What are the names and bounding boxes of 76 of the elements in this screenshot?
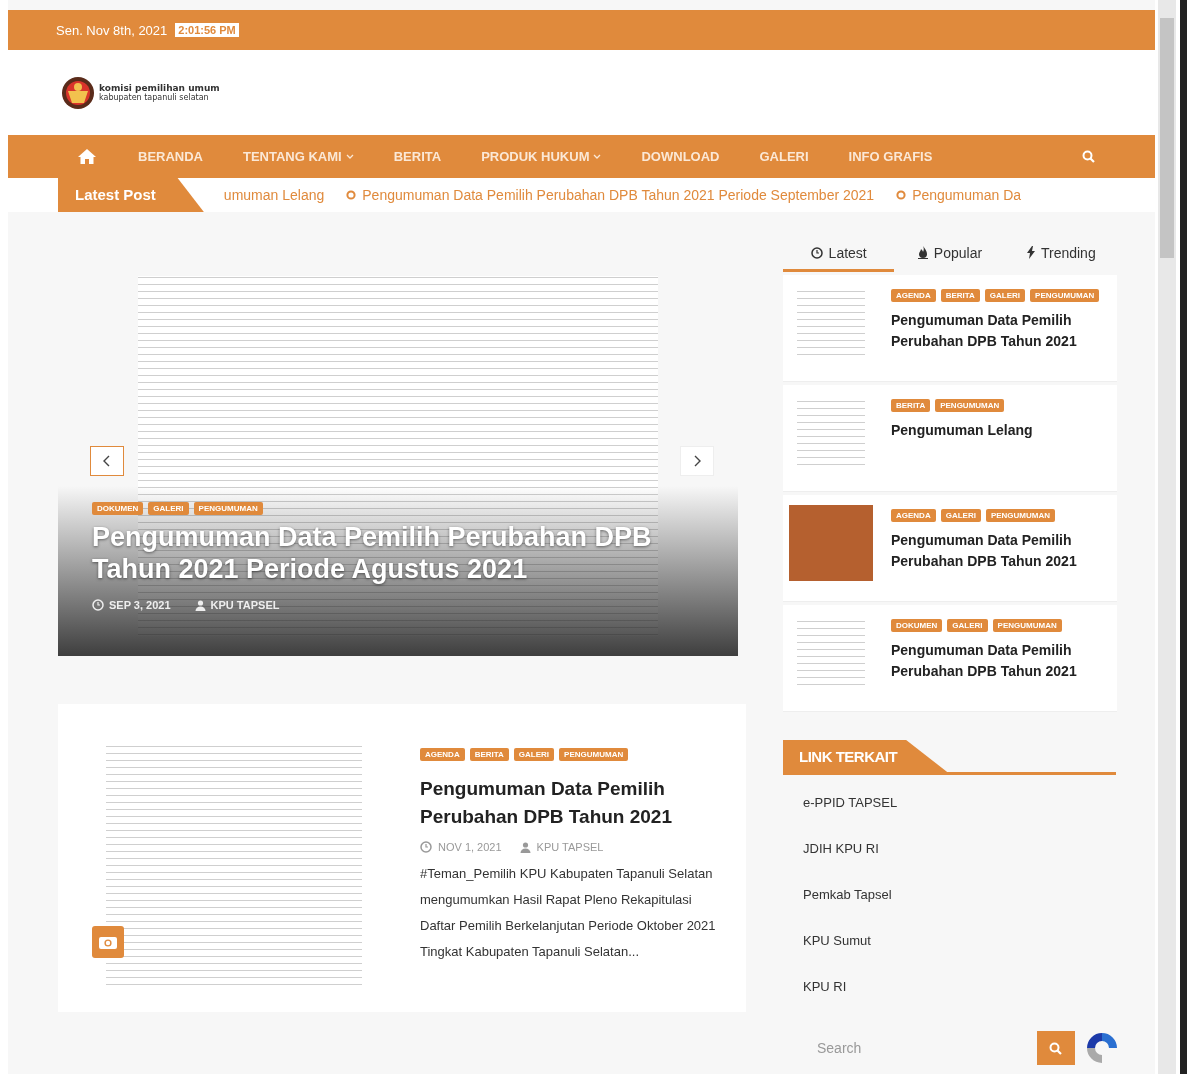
ticker-link[interactable]: Pengumuman Data Pemilih Perubahan DPB Tahun 2021 Periode September 2021 — [362, 187, 875, 203]
category-tag[interactable]: BERITA — [891, 399, 931, 412]
category-tag[interactable]: PENGUMUMAN — [1030, 289, 1100, 302]
post-title[interactable]: Pengumuman Lelang — [891, 420, 1033, 441]
search-field[interactable]: Search — [783, 1031, 1025, 1065]
search-icon — [1049, 1041, 1063, 1055]
camera-button[interactable] — [92, 926, 124, 958]
next-slide-button[interactable] — [680, 446, 714, 476]
home-icon[interactable] — [78, 149, 96, 164]
category-tag[interactable]: PENGUMUMAN — [985, 509, 1055, 522]
related-link[interactable]: KPU RI — [803, 979, 847, 994]
camera-icon — [99, 935, 117, 949]
ticker-label: Latest Post — [58, 178, 204, 212]
category-tag[interactable]: BERITA — [469, 748, 509, 761]
sidebar-tab[interactable]: Popular — [894, 236, 1006, 272]
post-title[interactable]: Pengumuman Data Pemilih Perubahan DPB Tahun 2021 — [891, 530, 1117, 572]
sidebar-tab[interactable]: Trending — [1005, 236, 1117, 272]
nav-link[interactable]: GALERI — [739, 149, 829, 164]
emblem-icon — [60, 74, 96, 111]
sidebar-tab[interactable]: Latest — [783, 236, 895, 272]
chevron-left-icon — [103, 455, 111, 467]
related-link[interactable]: KPU Sumut — [803, 933, 871, 948]
category-tag[interactable]: GALERI — [940, 509, 981, 522]
ticker-link[interactable]: Pengumuman Da — [912, 187, 1022, 203]
flame-icon — [917, 246, 928, 259]
category-tag[interactable]: AGENDA — [420, 748, 465, 761]
lightning-icon — [1026, 246, 1035, 259]
clock-icon — [810, 246, 823, 259]
post-date: SEP 3, 2021 — [109, 599, 171, 611]
nav-link[interactable]: INFO GRAFIS — [828, 149, 953, 164]
post-title[interactable]: Pengumuman Data Pemilih Perubahan DPB Tahun 2021 — [891, 310, 1117, 352]
post-author[interactable]: KPU TAPSEL — [210, 599, 280, 611]
category-tag[interactable]: GALERI — [984, 289, 1026, 302]
post-date: NOV 1, 2021 — [438, 841, 502, 853]
category-tag[interactable]: GALERI — [513, 748, 555, 761]
category-tag[interactable]: PENGUMUMAN — [935, 399, 1005, 412]
category-tag[interactable]: PENGUMUMAN — [193, 502, 263, 515]
user-icon — [519, 841, 531, 853]
category-tag[interactable]: GALERI — [148, 502, 189, 515]
time-badge: 2:01:56 PM — [175, 23, 239, 37]
category-tag[interactable]: AGENDA — [891, 289, 936, 302]
post-author[interactable]: KPU TAPSEL — [536, 841, 604, 853]
search-button[interactable] — [1036, 1031, 1075, 1065]
category-tag[interactable]: AGENDA — [891, 509, 936, 522]
clock-icon — [420, 841, 432, 853]
logo-title: komisi pemilihan umum — [99, 83, 220, 93]
post-excerpt: #Teman_Pemilih KPU Kabupaten Tapanuli Selatan mengumumkan Hasil Rapat Pleno Rekapitulasi Daftar Pemilih Berkelanjutan Periode Oktober 2021 Tingkat Kabupaten Tapanuli Selatan... — [420, 865, 717, 961]
category-tag[interactable]: PENGUMUMAN — [559, 748, 629, 761]
related-link[interactable]: Pemkab Tapsel — [803, 887, 892, 902]
date-text: Sen. Nov 8th, 2021 — [56, 22, 168, 38]
search-icon[interactable] — [1082, 150, 1095, 163]
post-title[interactable]: Pengumuman Data Pemilih Perubahan DPB Tahun 2021 — [891, 640, 1117, 682]
category-tag[interactable]: DOKUMEN — [92, 502, 144, 515]
clock-icon — [92, 599, 104, 611]
related-link[interactable]: e-PPID TAPSEL — [803, 795, 898, 810]
widget-title: LINK TERKAIT — [783, 740, 948, 772]
nav-link[interactable]: DOWNLOAD — [621, 149, 740, 164]
previous-slide-button[interactable] — [90, 446, 124, 476]
nav-link[interactable]: BERANDA — [118, 149, 223, 164]
related-link[interactable]: JDIH KPU RI — [803, 841, 879, 856]
category-tag[interactable]: PENGUMUMAN — [992, 619, 1062, 632]
scrollbar[interactable] — [1158, 0, 1176, 1074]
user-icon — [194, 599, 206, 611]
nav-link[interactable]: BERITA — [373, 149, 462, 164]
category-tag[interactable]: BERITA — [940, 289, 980, 302]
chevron-right-icon — [693, 455, 701, 467]
recaptcha-icon — [1087, 1033, 1117, 1063]
post-title[interactable]: Pengumuman Data Pemilih Perubahan DPB Tahun 2021 — [420, 775, 720, 831]
slide-title[interactable]: Pengumuman Data Pemilih Perubahan DPB Tahun 2021 Periode Agustus 2021 — [92, 521, 652, 585]
ticker-link[interactable]: umuman Lelang — [223, 187, 325, 203]
scrollbar-thumb[interactable] — [1160, 18, 1174, 258]
category-tag[interactable]: DOKUMEN — [891, 619, 943, 632]
category-tag[interactable]: GALERI — [947, 619, 988, 632]
nav-link[interactable]: TENTANG KAMI — [223, 149, 374, 164]
logo-subtitle: kabupaten tapanuli selatan — [99, 93, 210, 102]
nav-link[interactable]: PRODUK HUKUM — [461, 149, 622, 164]
